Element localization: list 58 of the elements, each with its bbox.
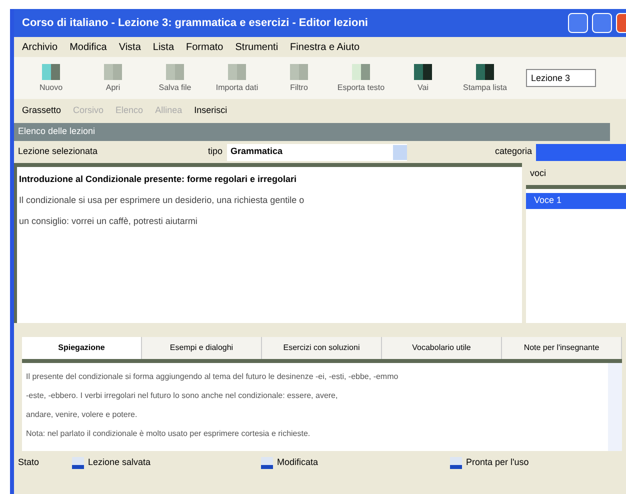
status-icon xyxy=(261,457,273,469)
toolbar-icon xyxy=(474,62,496,82)
toolbar-button[interactable]: Salva file xyxy=(146,62,204,94)
toolbar-icon xyxy=(350,62,372,82)
type-label: tipo xyxy=(208,145,223,158)
panel-heading: voci xyxy=(529,167,548,180)
format-button[interactable]: Grassetto xyxy=(22,104,62,118)
toolbar-icon xyxy=(164,62,186,82)
tab[interactable]: Spiegazione xyxy=(22,337,142,359)
status-text: Lezione salvata xyxy=(88,456,151,470)
menu-item[interactable]: Vista xyxy=(118,40,141,54)
status-icon xyxy=(450,457,462,469)
toolbar-icon xyxy=(288,62,310,82)
toolbar-icon xyxy=(40,62,62,82)
editor-line: Introduzione al Condizionale presente: forme regolari e irregolari xyxy=(19,173,298,186)
toolbar-button[interactable]: Nuovo xyxy=(22,62,80,94)
type-dropdown[interactable]: Grammatica xyxy=(226,144,407,160)
panel-item[interactable]: Voce 1 xyxy=(526,193,626,209)
tab[interactable]: Esercizi con soluzioni xyxy=(262,337,382,359)
tab[interactable]: Note per l'insegnante xyxy=(502,337,622,359)
filter-label: Lezione selezionata xyxy=(18,145,99,158)
note-text: Nota: nel parlato il condizionale è molto usato per esprimere cortesia e richieste. xyxy=(26,428,312,440)
note-text: andare, venire, volere e potere. xyxy=(26,409,138,421)
menu-item[interactable]: Modifica xyxy=(70,40,107,54)
menu-item[interactable]: Finestra e Aiuto xyxy=(290,40,360,54)
window-title: Corso di italiano - Lezione 3: grammatica e esercizi - Editor lezioni xyxy=(22,16,369,31)
toolbar-button[interactable]: Apri xyxy=(84,62,142,94)
toolbar-button[interactable]: Stampa lista xyxy=(456,62,514,94)
menu-item[interactable]: Strumenti xyxy=(235,40,278,54)
toolbar-button[interactable]: Importa dati xyxy=(208,62,266,94)
editor-line: Il condizionale si usa per esprimere un desiderio, una richiesta gentile o xyxy=(19,194,306,207)
editor-line: un consiglio: vorrei un caffè, potresti aiutarmi xyxy=(19,215,198,228)
section-title: Elenco delle lezioni xyxy=(18,125,96,138)
toolbar-icon xyxy=(226,62,248,82)
toolbar-field[interactable]: Lezione 3 xyxy=(526,69,596,87)
status-text: Pronta per l'uso xyxy=(466,456,529,470)
toolbar-button[interactable]: Esporta testo xyxy=(332,62,390,94)
tab[interactable]: Esempi e dialoghi xyxy=(142,337,262,359)
tab[interactable]: Vocabolario utile xyxy=(382,337,502,359)
status-text: Modificata xyxy=(277,456,318,470)
scrollbar[interactable] xyxy=(608,363,622,451)
menu-item[interactable]: Archivio xyxy=(22,40,58,54)
maximize-button[interactable] xyxy=(592,13,612,33)
format-button[interactable]: Inserisci xyxy=(194,104,228,118)
note-text: -este, -ebbero. I verbi irregolari nel futuro lo sono anche nel condizionale: essere, avere, xyxy=(26,390,339,402)
toolbar-icon xyxy=(102,62,124,82)
status-label: Stato xyxy=(18,456,40,470)
editor-area[interactable]: Introduzione al Condizionale presente: forme regolari e irregolari Il condizionale si usa per esprimere un desiderio, una richiesta gentile o un consiglio: vorrei un caffè, potresti aiutarmi xyxy=(14,163,522,323)
toolbar-button[interactable]: Filtro xyxy=(270,62,328,94)
category-label: categoria xyxy=(494,145,532,158)
toolbar-button[interactable]: Vai xyxy=(394,62,452,94)
menu-item[interactable]: Lista xyxy=(152,40,174,54)
menu-item[interactable]: Formato xyxy=(186,40,224,54)
toolbar-icon xyxy=(412,62,434,82)
minimize-button[interactable] xyxy=(568,13,588,33)
note-text: Il presente del condizionale si forma aggiungendo al tema del futuro le desinenze -ei, -esti, -ebbe, -emmo xyxy=(26,371,400,383)
category-field[interactable] xyxy=(536,144,626,160)
status-icon xyxy=(72,457,84,469)
